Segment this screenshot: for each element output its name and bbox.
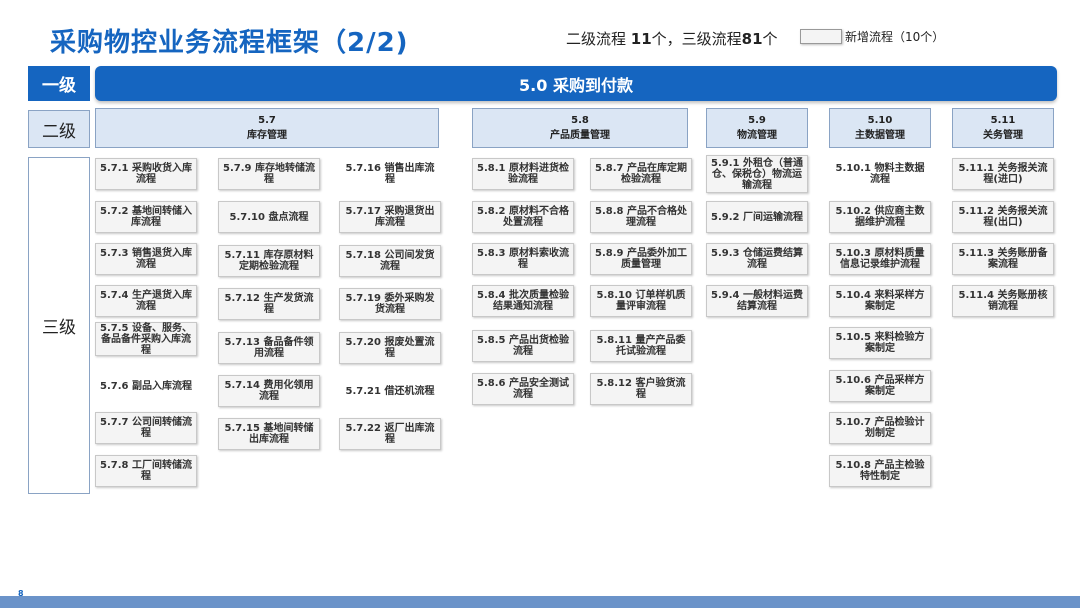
process-5-7-17: 5.7.17 采购退货出库流程 [339, 201, 441, 233]
process-5-10-7: 5.10.7 产品检验计划制定 [829, 412, 931, 444]
summary-text-l3: 个，三级流程 [651, 30, 742, 48]
l2-name: 物流管理 [737, 130, 777, 141]
summary-count-l2: 11 [630, 30, 652, 48]
process-5-11-1: 5.11.1 关务报关流程(进口) [952, 158, 1054, 190]
level-1-process-banner: 5.0 采购到付款 [95, 66, 1057, 101]
l2-master-data-management: 5.10 主数据管理 [829, 108, 931, 148]
summary-text-l2: 二级流程 [566, 30, 631, 48]
process-5-8-11: 5.8.11 量产产品委托试验流程 [590, 330, 692, 362]
process-5-7-10: 5.7.10 盘点流程 [218, 201, 320, 233]
process-5-11-2: 5.11.2 关务报关流程(出口) [952, 201, 1054, 233]
process-5-8-5: 5.8.5 产品出货检验流程 [472, 330, 574, 362]
process-5-7-14: 5.7.14 费用化领用流程 [218, 375, 320, 407]
process-5-8-1: 5.8.1 原材料进货检验流程 [472, 158, 574, 190]
process-5-7-1: 5.7.1 采购收货入库流程 [95, 158, 197, 190]
process-5-7-7: 5.7.7 公司间转储流程 [95, 412, 197, 444]
process-5-7-20: 5.7.20 报废处置流程 [339, 332, 441, 364]
process-5-10-1: 5.10.1 物料主数据流程 [829, 158, 931, 190]
summary-text-end: 个 [762, 30, 778, 48]
process-5-10-8: 5.10.8 产品主检验特性制定 [829, 455, 931, 487]
process-5-7-12: 5.7.12 生产发货流程 [218, 288, 320, 320]
process-5-7-9: 5.7.9 库存地转储流程 [218, 158, 320, 190]
legend-new-process-swatch [800, 28, 842, 44]
process-5-8-10: 5.8.10 订单样机质量评审流程 [590, 285, 692, 317]
footer-bar [0, 596, 1080, 608]
process-5-9-3: 5.9.3 仓储运费结算流程 [706, 243, 808, 275]
l2-code: 5.8 [571, 115, 589, 126]
l2-product-quality-management: 5.8 产品质量管理 [472, 108, 688, 148]
process-5-7-18: 5.7.18 公司间发货流程 [339, 245, 441, 277]
process-5-8-6: 5.8.6 产品安全测试流程 [472, 373, 574, 405]
process-5-7-19: 5.7.19 委外采购发货流程 [339, 288, 441, 320]
process-5-11-3: 5.11.3 关务账册备案流程 [952, 243, 1054, 275]
level-2-label: 二级 [28, 110, 90, 148]
process-5-10-6: 5.10.6 产品采样方案制定 [829, 370, 931, 402]
process-5-7-15: 5.7.15 基地间转储出库流程 [218, 418, 320, 450]
process-5-7-8: 5.7.8 工厂间转储流程 [95, 455, 197, 487]
l2-code: 5.10 [867, 115, 893, 126]
process-5-9-2: 5.9.2 厂间运输流程 [706, 201, 808, 233]
process-5-7-3: 5.7.3 销售退货入库流程 [95, 243, 197, 275]
l2-name: 产品质量管理 [550, 130, 610, 141]
l2-name: 主数据管理 [855, 130, 905, 141]
process-5-8-8: 5.8.8 产品不合格处理流程 [590, 201, 692, 233]
legend: 新增流程（10个） [800, 27, 944, 45]
l2-customs-management: 5.11 关务管理 [952, 108, 1054, 148]
level-1-label: 一级 [28, 66, 90, 101]
process-5-11-4: 5.11.4 关务账册核销流程 [952, 285, 1054, 317]
process-5-8-2: 5.8.2 原材料不合格处置流程 [472, 201, 574, 233]
l2-code: 5.9 [748, 115, 766, 126]
summary-count-l3: 81 [741, 30, 763, 48]
l2-inventory-management: 5.7 库存管理 [95, 108, 439, 148]
process-5-10-4: 5.10.4 来料采样方案制定 [829, 285, 931, 317]
l2-logistics-management: 5.9 物流管理 [706, 108, 808, 148]
process-5-7-6: 5.7.6 副品入库流程 [95, 370, 197, 402]
process-5-10-5: 5.10.5 来料检验方案制定 [829, 327, 931, 359]
page-title: 采购物控业务流程框架（2/2) [50, 28, 409, 58]
process-5-7-16: 5.7.16 销售出库流程 [339, 158, 441, 190]
process-5-10-3: 5.10.3 原材料质量信息记录维护流程 [829, 243, 931, 275]
process-5-8-7: 5.8.7 产品在库定期检验流程 [590, 158, 692, 190]
l2-code: 5.11 [990, 115, 1016, 126]
l2-code: 5.7 [258, 115, 276, 126]
process-5-8-9: 5.8.9 产品委外加工质量管理 [590, 243, 692, 275]
process-5-9-4: 5.9.4 一般材料运费结算流程 [706, 285, 808, 317]
process-5-7-5: 5.7.5 设备、服务、备品备件采购入库流程 [95, 322, 197, 356]
process-5-7-4: 5.7.4 生产退货入库流程 [95, 285, 197, 317]
process-5-8-3: 5.8.3 原材料索收流程 [472, 243, 574, 275]
process-count-summary: 二级流程 11个，三级流程81个 [566, 28, 778, 49]
l2-name: 关务管理 [983, 130, 1023, 141]
process-5-8-12: 5.8.12 客户验货流程 [590, 373, 692, 405]
process-5-7-13: 5.7.13 备品备件领用流程 [218, 332, 320, 364]
process-5-7-22: 5.7.22 返厂出库流程 [339, 418, 441, 450]
process-5-7-2: 5.7.2 基地间转储入库流程 [95, 201, 197, 233]
legend-label: 新增流程（10个） [845, 29, 945, 44]
l2-name: 库存管理 [247, 130, 287, 141]
process-5-9-1: 5.9.1 外租仓（普通仓、保税仓）物流运输流程 [706, 155, 808, 193]
level-3-label: 三级 [28, 157, 90, 494]
process-5-7-11: 5.7.11 库存原材料定期检验流程 [218, 245, 320, 277]
process-5-8-4: 5.8.4 批次质量检验结果通知流程 [472, 285, 574, 317]
process-5-7-21: 5.7.21 借还机流程 [339, 375, 441, 407]
process-5-10-2: 5.10.2 供应商主数据维护流程 [829, 201, 931, 233]
